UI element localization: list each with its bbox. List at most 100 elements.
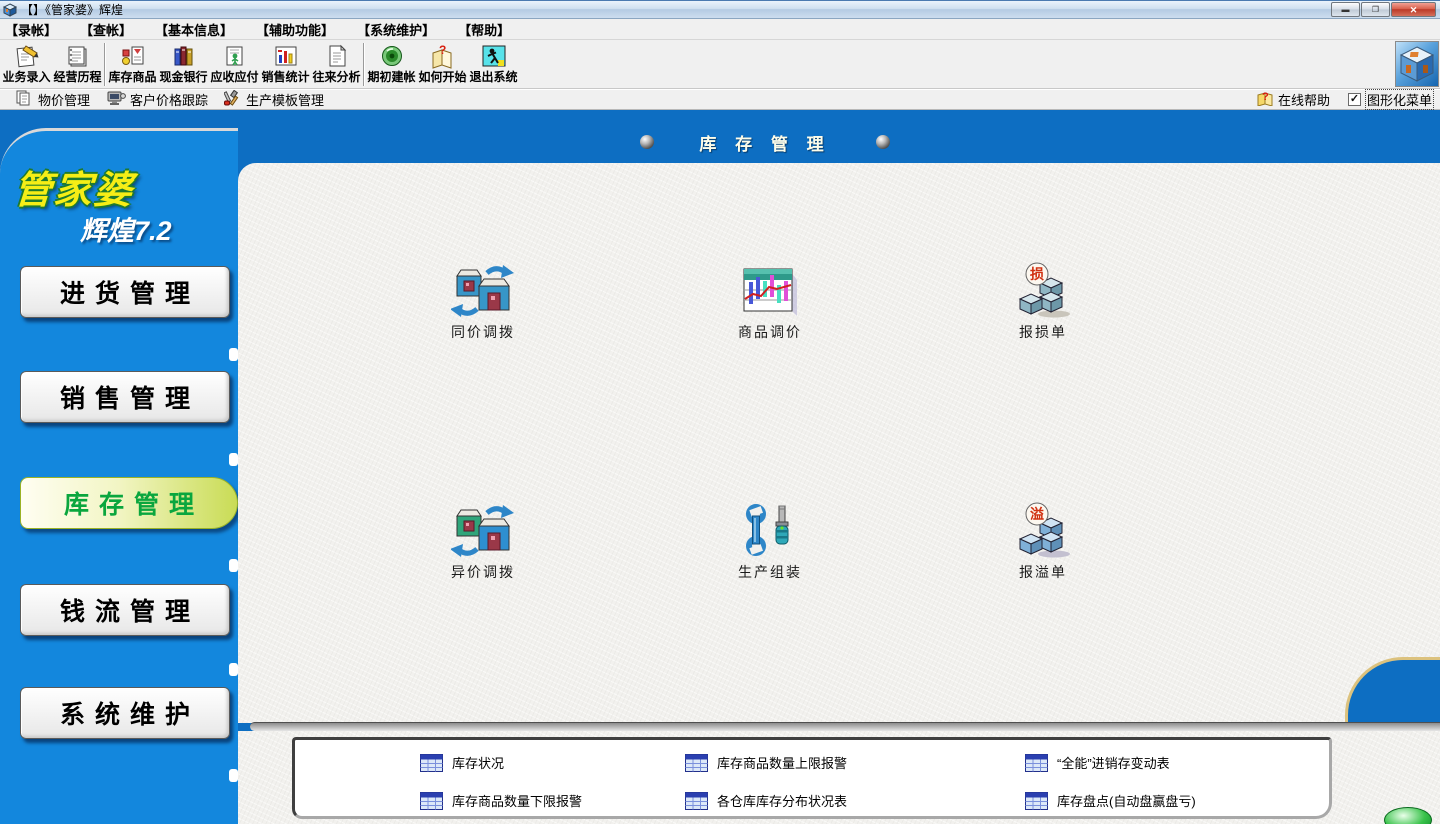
brand-logo-text: 管家婆 xyxy=(12,159,136,214)
price-chart-icon xyxy=(700,262,840,318)
shortcut-production-assembly[interactable]: 生产组装 xyxy=(700,502,840,582)
link-lower-limit-alarm[interactable]: 库存商品数量下限报警 xyxy=(420,791,582,810)
link-inventory-status[interactable]: 库存状况 xyxy=(420,753,504,772)
loss-boxes-icon: 损 xyxy=(973,262,1113,318)
horizontal-divider xyxy=(250,722,1440,731)
sidebar: 管家婆 辉煌7.2 进货管理 销售管理 库存管理 钱流管理 系统维护 xyxy=(0,128,238,824)
shortcut-loss-report[interactable]: 损 报损单 xyxy=(973,262,1113,342)
shortcut-overflow-report[interactable]: 溢 报溢单 xyxy=(973,502,1113,582)
toolbar2-customer-price-tracking[interactable]: 客户价格跟踪 xyxy=(106,90,208,109)
sidebar-item-system[interactable]: 系统维护 xyxy=(20,687,230,739)
inventory-goods-icon xyxy=(107,42,158,70)
table-icon xyxy=(685,754,708,772)
assembly-tools-icon xyxy=(700,502,840,558)
link-warehouse-distribution[interactable]: 各仓库库存分布状况表 xyxy=(685,791,847,810)
section-header: 库 存 管 理 xyxy=(640,132,890,152)
report-links-panel: 库存状况 库存商品数量上限报警 “全能” xyxy=(292,737,1332,819)
toolbar-inventory-goods[interactable]: 库存商品 xyxy=(107,42,158,84)
how-to-start-icon: ? xyxy=(417,42,468,70)
toolbar2-price-management[interactable]: 物价管理 xyxy=(16,90,90,109)
link-allround-change-table[interactable]: “全能”进销存变动表 xyxy=(1025,753,1170,772)
ledger-icon xyxy=(52,42,103,70)
loss-badge-text: 损 xyxy=(1030,266,1044,282)
production-template-icon xyxy=(224,90,242,110)
overflow-badge-text: 溢 xyxy=(1030,506,1044,522)
toolbar-init-account[interactable]: 期初建帐 xyxy=(366,42,417,84)
toolbar-business-history[interactable]: 经营历程 xyxy=(52,42,103,84)
sidebar-notch xyxy=(229,559,238,572)
table-icon xyxy=(1025,792,1048,810)
toolbar-cash-bank[interactable]: 现金银行 xyxy=(158,42,209,84)
toolbar-separator xyxy=(363,43,365,86)
exit-system-icon xyxy=(468,42,519,70)
shortcut-same-price-transfer[interactable]: 同价调拨 xyxy=(413,262,553,342)
sidebar-item-inventory[interactable]: 库存管理 xyxy=(20,477,238,529)
graphical-menu-toggle[interactable]: ✓ 图形化菜单 xyxy=(1348,89,1434,110)
warehouse-transfer-diff-icon xyxy=(413,502,553,558)
brand-cube-icon xyxy=(1395,41,1439,87)
title-bar: 【】《管家婆》辉煌 ▬ ❐ ✕ xyxy=(0,0,1440,19)
window-controls: ▬ ❐ ✕ xyxy=(1330,2,1436,17)
transactions-analysis-icon xyxy=(311,42,362,70)
menu-query[interactable]: 【查帐】 xyxy=(80,20,132,39)
toolbar-sales-stats[interactable]: 销售统计 xyxy=(260,42,311,84)
menu-bar: 【录帐】 【查帐】 【基本信息】 【辅助功能】 【系统维护】 【帮助】 xyxy=(0,19,1440,40)
toolbar-exit-system[interactable]: 退出系统 xyxy=(468,42,519,84)
online-help-button[interactable]: ? 在线帮助 xyxy=(1257,90,1330,109)
toolbar-transactions-analysis[interactable]: 往来分析 xyxy=(311,42,362,84)
bottom-bar: 库存状况 库存商品数量上限报警 “全能” xyxy=(238,731,1440,824)
sidebar-notch xyxy=(229,348,238,361)
link-upper-limit-alarm[interactable]: 库存商品数量上限报警 xyxy=(685,753,847,772)
price-docs-icon xyxy=(16,90,34,109)
close-button[interactable]: ✕ xyxy=(1391,2,1436,17)
shortcut-diff-price-transfer[interactable]: 异价调拨 xyxy=(413,502,553,582)
cash-bank-icon xyxy=(158,42,209,70)
receivable-payable-icon xyxy=(209,42,260,70)
menu-help[interactable]: 【帮助】 xyxy=(458,20,510,39)
toolbar-separator xyxy=(104,43,106,86)
page-title: 库 存 管 理 xyxy=(699,130,830,155)
sphere-decor-icon xyxy=(876,135,890,149)
toolbar-business-entry[interactable]: 业务录入 xyxy=(1,42,52,84)
menu-record[interactable]: 【录帐】 xyxy=(5,20,57,39)
toolbar2-production-template[interactable]: 生产模板管理 xyxy=(224,90,324,110)
window-title: 【】《管家婆》辉煌 xyxy=(21,1,123,18)
toolbar: 业务录入 经营历程 xyxy=(0,40,1440,89)
sidebar-notch xyxy=(229,453,238,466)
sidebar-item-purchase[interactable]: 进货管理 xyxy=(20,266,230,318)
checkbox-checked-icon[interactable]: ✓ xyxy=(1348,93,1361,106)
menu-aux-functions[interactable]: 【辅助功能】 xyxy=(256,20,334,39)
secondary-toolbar: 物价管理 客户价格跟踪 xyxy=(0,89,1440,110)
warehouse-transfer-same-icon xyxy=(413,262,553,318)
minimize-button[interactable]: ▬ xyxy=(1331,2,1360,17)
sales-stats-icon xyxy=(260,42,311,70)
content-panel: 同价调拨 xyxy=(238,163,1440,723)
help-question-icon: ? xyxy=(1257,90,1274,109)
corner-decor xyxy=(1345,657,1440,723)
brand-version-text: 辉煌7.2 xyxy=(80,209,172,248)
menu-basic-info[interactable]: 【基本信息】 xyxy=(155,20,233,39)
table-icon xyxy=(420,792,443,810)
toolbar-receivable-payable[interactable]: 应收应付 xyxy=(209,42,260,84)
main-area: 库 存 管 理 管家婆 辉煌7.2 进货管理 销售管理 库存管理 钱流管理 系统… xyxy=(0,110,1440,824)
svg-text:?: ? xyxy=(439,43,446,57)
table-icon xyxy=(685,792,708,810)
sidebar-notch xyxy=(229,769,238,782)
sphere-decor-icon xyxy=(640,135,654,149)
table-icon xyxy=(1025,754,1048,772)
init-account-icon xyxy=(366,42,417,70)
toolbar-how-to-start[interactable]: ? 如何开始 xyxy=(417,42,468,84)
decor-green-ellipse xyxy=(1384,807,1432,824)
restore-button[interactable]: ❐ xyxy=(1361,2,1390,17)
link-stocktaking[interactable]: 库存盘点(自动盘赢盘亏) xyxy=(1025,791,1196,810)
menu-system-maintenance[interactable]: 【系统维护】 xyxy=(357,20,435,39)
toolbar2-right-group: ? 在线帮助 ✓ 图形化菜单 xyxy=(1257,89,1434,110)
app-window: 【】《管家婆》辉煌 ▬ ❐ ✕ 【录帐】 【查帐】 【基本信息】 【辅助功能】 … xyxy=(0,0,1440,824)
shortcut-goods-price-adjust[interactable]: 商品调价 xyxy=(700,262,840,342)
sidebar-item-cashflow[interactable]: 钱流管理 xyxy=(20,584,230,636)
customer-price-tracker-icon xyxy=(106,90,126,109)
sidebar-item-sales[interactable]: 销售管理 xyxy=(20,371,230,423)
sidebar-notch xyxy=(229,663,238,676)
svg-text:?: ? xyxy=(1262,91,1269,103)
overflow-boxes-icon: 溢 xyxy=(973,502,1113,558)
